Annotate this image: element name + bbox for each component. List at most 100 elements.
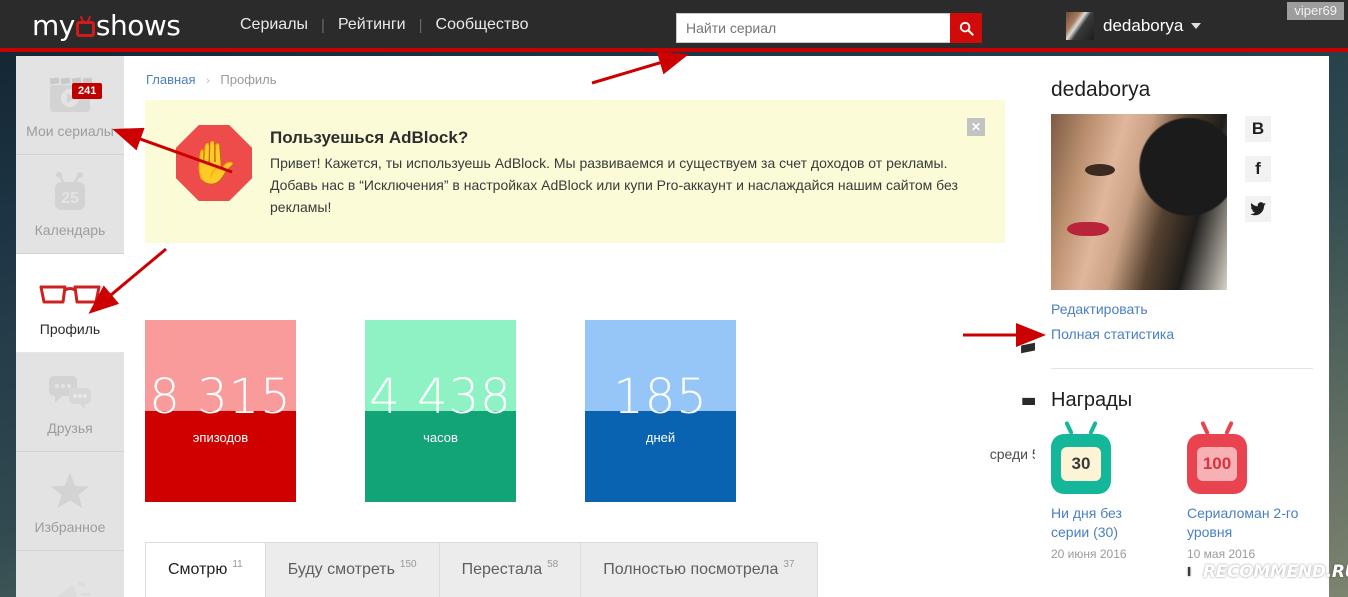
search-button[interactable] bbox=[950, 13, 982, 43]
tab-watching[interactable]: Смотрю 11 bbox=[145, 542, 266, 597]
tv-logo-icon bbox=[75, 20, 95, 37]
search-input[interactable] bbox=[676, 13, 950, 43]
twitter-bird-glyph bbox=[1250, 202, 1266, 216]
sidebar-item-favorites[interactable]: Избранное bbox=[16, 452, 124, 551]
adblock-banner-text: Привет! Кажется, ты используешь AdBlock.… bbox=[270, 155, 958, 215]
award-number: 30 bbox=[1061, 447, 1101, 481]
tab-count: 58 bbox=[547, 558, 559, 570]
avatar bbox=[1066, 12, 1094, 40]
breadcrumb-home-link[interactable]: Главная bbox=[146, 72, 195, 87]
site-watermark: I RECOMMEND.RU bbox=[1178, 562, 1348, 586]
award-item[interactable]: 100 Сериаломан 2-го уровня 10 мая 2016 bbox=[1187, 420, 1299, 561]
sidebar-item-profile[interactable]: Профиль bbox=[16, 254, 124, 353]
right-sidebar: dedaborya В f Редактировать Полная стати… bbox=[1035, 56, 1329, 597]
nav-item-ratings[interactable]: Рейтинги bbox=[336, 16, 408, 34]
full-statistics-link[interactable]: Полная статистика bbox=[1051, 326, 1174, 342]
sidebar-item-friends[interactable]: Друзья bbox=[16, 353, 124, 452]
watermark-text: RECOMMEND.RU bbox=[1203, 562, 1348, 582]
stat-card-hours: 4 438 часов bbox=[365, 320, 516, 502]
tab-label: Полностью посмотрела bbox=[603, 561, 779, 578]
stat-caption: эпизодов bbox=[192, 430, 249, 445]
awards-list: 30 Ни дня без серии (30) 20 июня 2016 10… bbox=[1051, 420, 1299, 561]
award-item[interactable]: 30 Ни дня без серии (30) 20 июня 2016 bbox=[1051, 420, 1163, 561]
divider bbox=[1051, 368, 1313, 369]
sidebar-item-label: Профиль bbox=[39, 320, 101, 337]
tab-fully-watched[interactable]: Полностью посмотрела 37 bbox=[580, 542, 818, 597]
main-nav-links: Сериалы | Рейтинги | Сообщество bbox=[238, 16, 530, 34]
stat-value: 8 315 bbox=[149, 369, 292, 425]
stat-value: 185 bbox=[613, 369, 708, 425]
vk-icon[interactable]: В bbox=[1245, 116, 1271, 142]
award-date: 10 мая 2016 bbox=[1187, 547, 1256, 561]
site-logo[interactable]: my shows bbox=[32, 9, 181, 42]
breadcrumb-separator: › bbox=[206, 75, 210, 87]
award-number: 100 bbox=[1197, 447, 1237, 481]
nav-separator: | bbox=[321, 16, 325, 34]
tab-count: 37 bbox=[783, 558, 795, 570]
svg-text:25: 25 bbox=[61, 190, 79, 207]
close-icon[interactable]: ✕ bbox=[967, 118, 985, 136]
glasses-icon bbox=[37, 270, 103, 316]
facebook-icon[interactable]: f bbox=[1245, 156, 1271, 182]
tab-will-watch[interactable]: Буду смотреть 150 bbox=[264, 542, 440, 597]
stop-hand-icon: ✋ bbox=[176, 125, 252, 201]
award-date: 20 июня 2016 bbox=[1051, 547, 1127, 561]
megaphone-icon bbox=[48, 575, 92, 597]
breadcrumb-current: Профиль bbox=[220, 72, 277, 87]
sidebar-item-calendar[interactable]: 25 Календарь bbox=[16, 155, 124, 254]
tv-award-icon: 30 bbox=[1051, 420, 1111, 494]
stat-caption: дней bbox=[645, 430, 676, 445]
tab-count: 150 bbox=[399, 558, 417, 570]
sidebar-item-label: Друзья bbox=[47, 419, 93, 436]
logo-text-my: my bbox=[32, 9, 75, 42]
tab-label: Буду смотреть bbox=[287, 561, 395, 578]
tab-label: Перестала bbox=[461, 561, 543, 578]
tab-label: Смотрю bbox=[168, 561, 228, 578]
sidebar-item-label: Мои сериалы bbox=[26, 122, 114, 139]
user-name-label: dedaborya bbox=[1103, 16, 1184, 35]
right-panel-username: dedaborya bbox=[1051, 78, 1151, 101]
edit-profile-link[interactable]: Редактировать bbox=[1051, 301, 1174, 317]
breadcrumb: Главная › Профиль bbox=[146, 72, 277, 87]
antenna-right bbox=[1088, 420, 1098, 436]
logo-text-shows: shows bbox=[95, 9, 181, 42]
profile-tabs: Смотрю 11 Буду смотреть 150 Перестала 58… bbox=[145, 542, 818, 597]
sidebar-item-my-series[interactable]: 241 Мои сериалы bbox=[16, 56, 124, 155]
sidebar-badge-count: 241 bbox=[72, 83, 103, 99]
adblock-banner: ✋ Пользуешься AdBlock? Привет! Кажется, … bbox=[145, 100, 1005, 243]
awards-section-title: Награды bbox=[1051, 389, 1133, 411]
antenna-right bbox=[1224, 420, 1234, 436]
adblock-banner-title: Пользуешься AdBlock? bbox=[270, 128, 469, 147]
window-overlay-label: viper69 bbox=[1287, 2, 1344, 20]
sidebar-item-label: Избранное bbox=[34, 518, 106, 535]
stat-value: 4 438 bbox=[369, 369, 512, 425]
tv-award-icon: 100 bbox=[1187, 420, 1247, 494]
stat-caption: часов bbox=[423, 430, 458, 445]
left-sidebar: 241 Мои сериалы 25 Календарь Профиль Дру… bbox=[16, 56, 124, 597]
stat-card-days: 185 дней bbox=[585, 320, 736, 502]
tab-stopped[interactable]: Перестала 58 bbox=[438, 542, 582, 597]
photo-detail bbox=[1085, 164, 1115, 176]
speech-bubble-icon: I bbox=[1178, 562, 1200, 586]
nav-separator: | bbox=[418, 16, 423, 34]
nav-item-community[interactable]: Сообщество bbox=[434, 16, 531, 34]
antenna-left bbox=[1064, 420, 1074, 436]
twitter-icon[interactable] bbox=[1245, 196, 1271, 222]
search-form bbox=[676, 13, 982, 43]
star-icon bbox=[49, 468, 91, 514]
award-name[interactable]: Сериаломан 2-го уровня bbox=[1187, 504, 1299, 542]
user-menu[interactable]: dedaborya bbox=[1066, 12, 1202, 40]
antenna-left bbox=[1200, 420, 1210, 436]
nav-item-serials[interactable]: Сериалы bbox=[238, 16, 310, 34]
chevron-down-icon bbox=[1191, 23, 1202, 29]
social-links: В f bbox=[1245, 116, 1273, 236]
chat-bubbles-icon bbox=[47, 369, 93, 415]
tab-count: 11 bbox=[232, 558, 243, 570]
profile-action-links: Редактировать Полная статистика bbox=[1051, 301, 1174, 351]
profile-photo[interactable] bbox=[1051, 114, 1227, 290]
search-icon bbox=[959, 21, 974, 36]
sidebar-item-megaphone[interactable] bbox=[16, 551, 124, 597]
palm-glyph: ✋ bbox=[187, 139, 241, 186]
award-name[interactable]: Ни дня без серии (30) bbox=[1051, 504, 1163, 542]
tv-calendar-icon: 25 bbox=[48, 171, 92, 217]
